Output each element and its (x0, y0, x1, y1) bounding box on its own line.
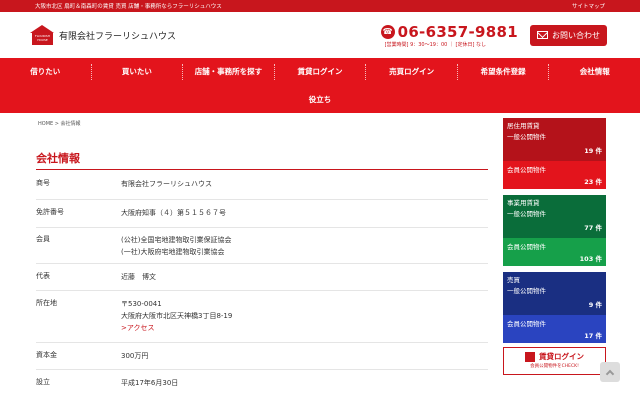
login-subtitle: 会員公開物件をCHECK! (530, 364, 579, 369)
business-rent-box: 事業用賃貸 一般公開物件 77 件 会員公開物件 103 件 (503, 195, 606, 266)
table-row: 会員 (公社)全国宅地建物取引業保証協会 (一社)大阪府宅地建物取引業協会 (36, 228, 488, 264)
page-title: 会社情報 (36, 150, 488, 170)
company-name: 有限会社フラーリシュハウス (59, 31, 177, 42)
nav-item-rent-login[interactable]: 賃貸ログイン (273, 64, 366, 80)
scroll-to-top-button[interactable] (600, 362, 620, 382)
mail-icon (537, 31, 548, 39)
row-value: 〒530-0041 大阪府大阪市北区天神橋3丁目8-19 >アクセス (121, 298, 488, 342)
nav-item-useful-info[interactable]: 役立ち (299, 92, 342, 108)
sidebar: 居住用賃貸 一般公開物件 19 件 会員公開物件 23 件 事業用賃貸 一般公開… (503, 118, 606, 375)
row-label: 代表 (36, 272, 50, 280)
phone-number[interactable]: 06-6357-9881 (398, 23, 518, 41)
chevron-up-icon (605, 369, 615, 378)
row-value: 300万円 (121, 352, 149, 360)
nav-item-preferences[interactable]: 希望条件登録 (456, 64, 549, 80)
row-value: 有限会社フラーリシュハウス (121, 180, 212, 188)
row-value: 近藤 博文 (121, 273, 156, 281)
row-label: 所在地 (36, 299, 57, 307)
login-door-icon (525, 351, 535, 362)
listing-count: 23 件 (584, 178, 602, 186)
business-hours: [営業時間] 9：30〜19：00 ｜ [定休日] なし (384, 41, 487, 48)
nav-item-store-office[interactable]: 店舗・事務所を探す (182, 64, 274, 80)
row-value: (公社)全国宅地建物取引業保証協会 (一社)大阪府宅地建物取引業協会 (121, 236, 232, 256)
table-row: 商号 有限会社フラーリシュハウス (36, 171, 488, 200)
inquiry-button[interactable]: お問い合わせ (530, 24, 607, 46)
table-row: 所在地 〒530-0041 大阪府大阪市北区天神橋3丁目8-19 >アクセス (36, 291, 488, 343)
access-link[interactable]: >アクセス (121, 322, 488, 334)
row-label: 会員 (36, 235, 50, 243)
contact-area: ☎ 06-6357-9881 [営業時間] 9：30〜19：00 ｜ [定休日]… (380, 23, 607, 48)
listing-count: 9 件 (588, 301, 602, 309)
table-row: 代表 近藤 博文 (36, 264, 488, 291)
inquiry-label: お問い合わせ (552, 30, 600, 40)
nav-item-buy[interactable]: 買いたい (90, 64, 183, 80)
row-value: 大阪府知事（４）第５１５６７号 (121, 209, 226, 217)
row-label: 免許番号 (36, 208, 64, 216)
sale-box: 売買 一般公開物件 9 件 会員公開物件 17 件 (503, 272, 606, 343)
table-row: 資本金 300万円 (36, 343, 488, 370)
listing-count: 103 件 (579, 255, 602, 263)
business-public-listings[interactable]: 事業用賃貸 一般公開物件 77 件 (503, 195, 606, 238)
top-bar: 大阪市北区 扇町＆南森町の賃貸 売買 店舗・事務所ならフラーリシュハウス サイト… (0, 0, 640, 12)
table-row: 免許番号 大阪府知事（４）第５１５６７号 (36, 200, 488, 228)
listing-count: 19 件 (584, 147, 602, 155)
row-label: 商号 (36, 179, 50, 187)
nav-row-1: 借りたい 買いたい 店舗・事務所を探す 賃貸ログイン 売買ログイン 希望条件登録… (0, 58, 640, 86)
residential-member-listings[interactable]: 会員公開物件 23 件 (503, 161, 606, 189)
phone-icon: ☎ (380, 24, 395, 39)
nav-item-sale-login[interactable]: 売買ログイン (365, 64, 457, 80)
phone-block: ☎ 06-6357-9881 [営業時間] 9：30〜19：00 ｜ [定休日]… (380, 23, 518, 48)
site-tagline: 大阪市北区 扇町＆南森町の賃貸 売買 店舗・事務所ならフラーリシュハウス (35, 4, 222, 10)
logo[interactable]: FLOURISH HOUSE 有限会社フラーリシュハウス (30, 25, 176, 45)
sale-public-listings[interactable]: 売買 一般公開物件 9 件 (503, 272, 606, 315)
row-value: 平成17年6月30日 (121, 379, 179, 387)
header: FLOURISH HOUSE 有限会社フラーリシュハウス ☎ 06-6357-9… (0, 12, 640, 58)
main-content: HOME > 会社情報 会社情報 商号 有限会社フラーリシュハウス 免許番号 大… (0, 113, 640, 400)
nav-row-2: 役立ち (0, 86, 640, 113)
login-title: 賃貸ログイン (539, 352, 584, 361)
nav-item-company-info[interactable]: 会社情報 (548, 64, 640, 80)
residential-rent-box: 居住用賃貸 一般公開物件 19 件 会員公開物件 23 件 (503, 118, 606, 189)
business-member-listings[interactable]: 会員公開物件 103 件 (503, 238, 606, 266)
listing-count: 17 件 (584, 332, 602, 340)
residential-public-listings[interactable]: 居住用賃貸 一般公開物件 19 件 (503, 118, 606, 161)
listing-count: 77 件 (584, 224, 602, 232)
nav-item-rent[interactable]: 借りたい (0, 64, 91, 80)
house-logo-icon: FLOURISH HOUSE (30, 25, 55, 45)
company-info-table: 商号 有限会社フラーリシュハウス 免許番号 大阪府知事（４）第５１５６７号 会員… (36, 171, 488, 394)
rent-login-card[interactable]: 賃貸ログイン 会員公開物件をCHECK! (503, 347, 606, 375)
sitemap-link[interactable]: サイトマップ (572, 2, 605, 10)
breadcrumb: HOME > 会社情報 (38, 121, 81, 127)
main-nav: 借りたい 買いたい 店舗・事務所を探す 賃貸ログイン 売買ログイン 希望条件登録… (0, 58, 640, 113)
table-row: 設立 平成17年6月30日 (36, 370, 488, 394)
row-label: 設立 (36, 378, 50, 386)
row-label: 資本金 (36, 351, 57, 359)
sale-member-listings[interactable]: 会員公開物件 17 件 (503, 315, 606, 343)
